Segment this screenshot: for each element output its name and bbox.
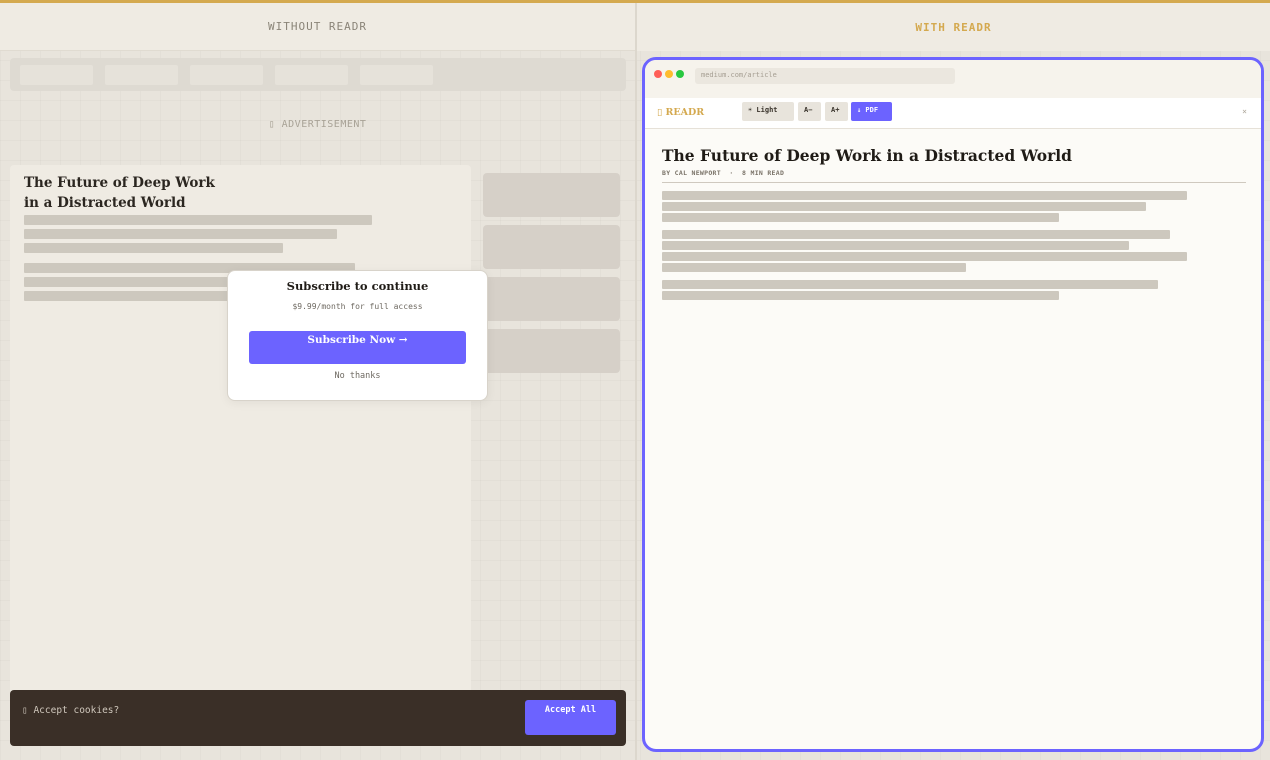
- reader-text-line: [662, 291, 1059, 300]
- cookie-banner: ▯ Accept cookies? Accept All: [10, 690, 626, 746]
- theme-toggle-button[interactable]: ☀ Light: [742, 102, 794, 121]
- accept-cookies-button[interactable]: Accept All: [525, 700, 616, 735]
- close-icon[interactable]: ×: [1242, 107, 1247, 116]
- sidebar-ad-block: [483, 277, 620, 321]
- cookie-text: ▯ Accept cookies?: [22, 705, 120, 716]
- reader-text-line: [662, 263, 966, 272]
- reader-text-line: [662, 213, 1059, 222]
- without-readr-panel: WITHOUT READR ▯ ADVERTISEMENT The Future…: [0, 3, 635, 760]
- maximize-window-dot[interactable]: [676, 70, 684, 78]
- reader-text-line: [662, 252, 1187, 261]
- modal-price: $9.99/month for full access: [292, 302, 423, 311]
- pdf-export-button[interactable]: ↓ PDF: [851, 102, 892, 121]
- sidebar-ad-block: [483, 225, 620, 269]
- reader-text-line: [662, 230, 1170, 239]
- modal-title: Subscribe to continue: [286, 279, 429, 293]
- advertisement-label: ▯ ADVERTISEMENT: [268, 119, 367, 130]
- article-title-line: in a Distracted World: [24, 195, 186, 211]
- with-readr-header: WITH READR: [637, 3, 1270, 51]
- text-placeholder-line: [24, 291, 234, 301]
- reader-article-title: The Future of Deep Work in a Distracted …: [662, 146, 1072, 165]
- with-readr-panel: WITH READR medium.com/article ▯ READR ☀ …: [637, 3, 1270, 760]
- paywall-modal: Subscribe to continue $9.99/month for fu…: [227, 270, 488, 401]
- without-readr-header: WITHOUT READR: [0, 3, 635, 51]
- nav-item[interactable]: [360, 64, 433, 85]
- site-nav-bar: [10, 58, 626, 91]
- reader-text-line: [662, 202, 1146, 211]
- text-placeholder-line: [24, 243, 283, 253]
- reader-byline: BY CAL NEWPORT · 8 MIN READ: [662, 169, 785, 177]
- readr-toolbar: ▯ READR ☀ Light A− A+ ↓ PDF ×: [645, 98, 1261, 129]
- reader-text-line: [662, 241, 1129, 250]
- browser-chrome: medium.com/article: [645, 60, 1261, 98]
- nav-item[interactable]: [190, 64, 263, 85]
- font-decrease-button[interactable]: A−: [798, 102, 821, 121]
- minimize-window-dot[interactable]: [665, 70, 673, 78]
- reader-text-line: [662, 191, 1187, 200]
- nav-item[interactable]: [20, 64, 93, 85]
- reader-text-line: [662, 280, 1158, 289]
- no-thanks-link[interactable]: No thanks: [228, 371, 487, 381]
- text-placeholder-line: [24, 215, 372, 225]
- browser-window: medium.com/article ▯ READR ☀ Light A− A+…: [642, 57, 1264, 752]
- article-title: The Future of Deep Work in a Distracted …: [24, 173, 264, 213]
- byline-divider: [662, 182, 1246, 183]
- text-placeholder-line: [24, 229, 337, 239]
- sidebar-ad-block: [483, 173, 620, 217]
- nav-item[interactable]: [275, 64, 348, 85]
- text-placeholder-line: [24, 277, 234, 287]
- subscribe-button[interactable]: Subscribe Now →: [249, 331, 466, 364]
- nav-item[interactable]: [105, 64, 178, 85]
- url-bar[interactable]: medium.com/article: [695, 68, 955, 84]
- readr-logo: ▯ READR: [657, 107, 705, 118]
- close-window-dot[interactable]: [654, 70, 662, 78]
- font-increase-button[interactable]: A+: [825, 102, 848, 121]
- sidebar-ad-block: [483, 329, 620, 373]
- article-title-line: The Future of Deep Work: [24, 175, 215, 191]
- article-card: The Future of Deep Work in a Distracted …: [10, 165, 471, 705]
